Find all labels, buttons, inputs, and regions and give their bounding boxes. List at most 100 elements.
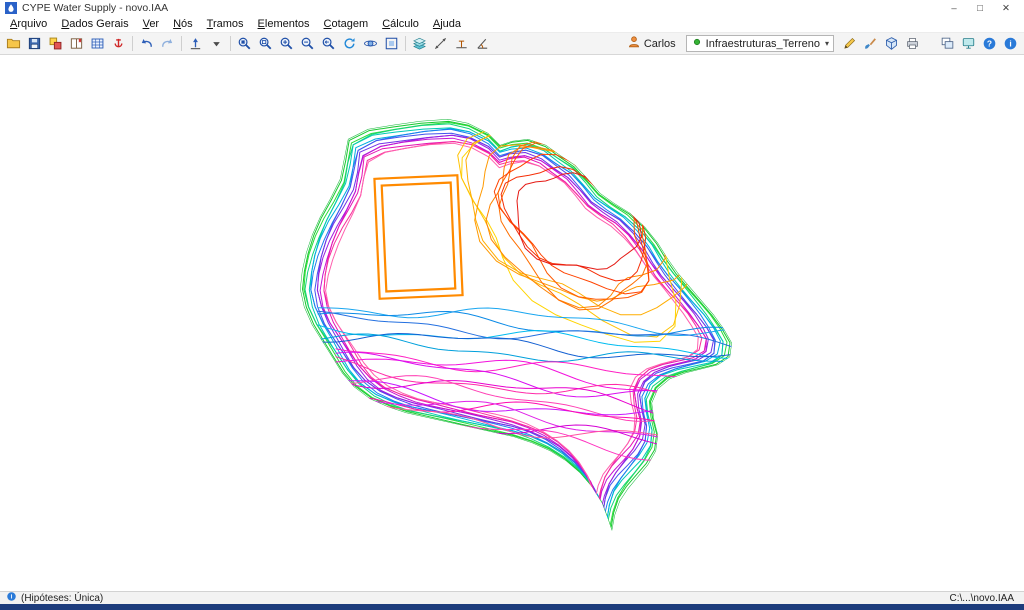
- menu-ajuda[interactable]: Ajuda: [426, 17, 468, 31]
- zoom-all-icon: [237, 36, 252, 51]
- layer-status-icon: [691, 36, 703, 51]
- open-button[interactable]: [3, 34, 24, 53]
- dimension-icon: [433, 36, 448, 51]
- library-icon: [48, 36, 63, 51]
- layer-label: Infraestruturas_Terreno: [706, 38, 820, 50]
- edit-icon: [842, 36, 857, 51]
- redraw-button[interactable]: [339, 34, 360, 53]
- angles-icon: [475, 36, 490, 51]
- toolbar-right-group: Carlos Infraestruturas_Terreno ▾ ?i: [619, 34, 1021, 53]
- status-left: i (Hipóteses: Única): [6, 591, 103, 605]
- toolbar-separator: [405, 36, 406, 51]
- toolbar-separator: [230, 36, 231, 51]
- toolbar-left-group: [3, 34, 493, 53]
- status-bar: i (Hipóteses: Única) C:\...\novo.IAA: [0, 591, 1024, 604]
- windows-icon: [940, 36, 955, 51]
- app-icon[interactable]: [5, 2, 17, 14]
- zoom-window-button[interactable]: [255, 34, 276, 53]
- zoom-in-button[interactable]: [276, 34, 297, 53]
- minimize-button[interactable]: –: [941, 1, 967, 16]
- info-icon: i: [6, 591, 21, 605]
- user-icon: [627, 35, 641, 52]
- edit-button[interactable]: [839, 34, 860, 53]
- menu-bar: ArquivoDados GeraisVerNósTramosElementos…: [0, 16, 1024, 32]
- monitor-button[interactable]: [958, 34, 979, 53]
- svg-text:i: i: [11, 594, 13, 601]
- print-button[interactable]: [902, 34, 923, 53]
- help-icon: ?: [982, 36, 997, 51]
- library-button[interactable]: [45, 34, 66, 53]
- zoom-previous-icon: [321, 36, 336, 51]
- elevation-button[interactable]: [185, 34, 206, 53]
- save-button[interactable]: [24, 34, 45, 53]
- svg-text:?: ?: [987, 38, 992, 48]
- window-title: CYPE Water Supply - novo.IAA: [22, 2, 168, 14]
- zoom-in-icon: [279, 36, 294, 51]
- layer-caret-icon: ▾: [825, 39, 829, 48]
- layers-button[interactable]: [409, 34, 430, 53]
- tables-button[interactable]: [87, 34, 108, 53]
- toolbar: Carlos Infraestruturas_Terreno ▾ ?i: [0, 32, 1024, 55]
- layer-status-icon: [691, 36, 703, 48]
- menu-ver[interactable]: Ver: [136, 17, 167, 31]
- zoom-out-button[interactable]: [297, 34, 318, 53]
- menu-nos[interactable]: Nós: [166, 17, 200, 31]
- menu-calculo[interactable]: Cálculo: [375, 17, 426, 31]
- title-bar: CYPE Water Supply - novo.IAA – □ ✕: [0, 0, 1024, 16]
- catalog-button[interactable]: [66, 34, 87, 53]
- about-button[interactable]: i: [1000, 34, 1021, 53]
- menu-elementos[interactable]: Elementos: [251, 17, 317, 31]
- user-button[interactable]: Carlos: [619, 35, 681, 53]
- zoom-previous-button[interactable]: [318, 34, 339, 53]
- view-3d-icon: [884, 36, 899, 51]
- toolbar-config-icons: [839, 34, 923, 53]
- levels-icon: [454, 36, 469, 51]
- terrain-rectangle: [374, 175, 462, 299]
- terrain-contour-map[interactable]: [0, 55, 1024, 591]
- styles-button[interactable]: [860, 34, 881, 53]
- window-controls: – □ ✕: [941, 1, 1019, 16]
- bottom-strip: [0, 604, 1024, 610]
- menu-cotagem[interactable]: Cotagem: [317, 17, 376, 31]
- file-path: C:\...\novo.IAA: [950, 593, 1018, 604]
- angles-button[interactable]: [472, 34, 493, 53]
- close-button[interactable]: ✕: [993, 1, 1019, 16]
- tables-icon: [90, 36, 105, 51]
- levels-button[interactable]: [451, 34, 472, 53]
- save-icon: [27, 36, 42, 51]
- orbit-button[interactable]: [360, 34, 381, 53]
- user-icon: [627, 35, 641, 49]
- menu-arquivo[interactable]: Arquivo: [3, 17, 54, 31]
- toolbar-window-icons: ?i: [937, 34, 1021, 53]
- elevation-options-icon: [209, 36, 224, 51]
- help-button[interactable]: ?: [979, 34, 1000, 53]
- user-label: Carlos: [644, 38, 676, 50]
- toolbar-separator: [132, 36, 133, 51]
- full-view-button[interactable]: [381, 34, 402, 53]
- about-icon: i: [1003, 36, 1018, 51]
- references-button[interactable]: [108, 34, 129, 53]
- drawing-area[interactable]: [0, 55, 1024, 591]
- dimension-button[interactable]: [430, 34, 451, 53]
- redo-button[interactable]: [157, 34, 178, 53]
- zoom-out-icon: [300, 36, 315, 51]
- hypothesis-status: (Hipóteses: Única): [21, 593, 103, 604]
- svg-text:i: i: [1009, 38, 1011, 48]
- zoom-all-button[interactable]: [234, 34, 255, 53]
- full-view-icon: [384, 36, 399, 51]
- menu-tramos[interactable]: Tramos: [200, 17, 251, 31]
- references-icon: [111, 36, 126, 51]
- toolbar-separator: [181, 36, 182, 51]
- windows-button[interactable]: [937, 34, 958, 53]
- elevation-options-button[interactable]: [206, 34, 227, 53]
- open-icon: [6, 36, 21, 51]
- layer-select[interactable]: Infraestruturas_Terreno ▾: [686, 35, 834, 52]
- print-icon: [905, 36, 920, 51]
- maximize-button[interactable]: □: [967, 1, 993, 16]
- undo-button[interactable]: [136, 34, 157, 53]
- redo-icon: [160, 36, 175, 51]
- view-3d-button[interactable]: [881, 34, 902, 53]
- menu-dados-gerais[interactable]: Dados Gerais: [54, 17, 135, 31]
- elevation-icon: [188, 36, 203, 51]
- status-info-icon: i: [6, 591, 17, 602]
